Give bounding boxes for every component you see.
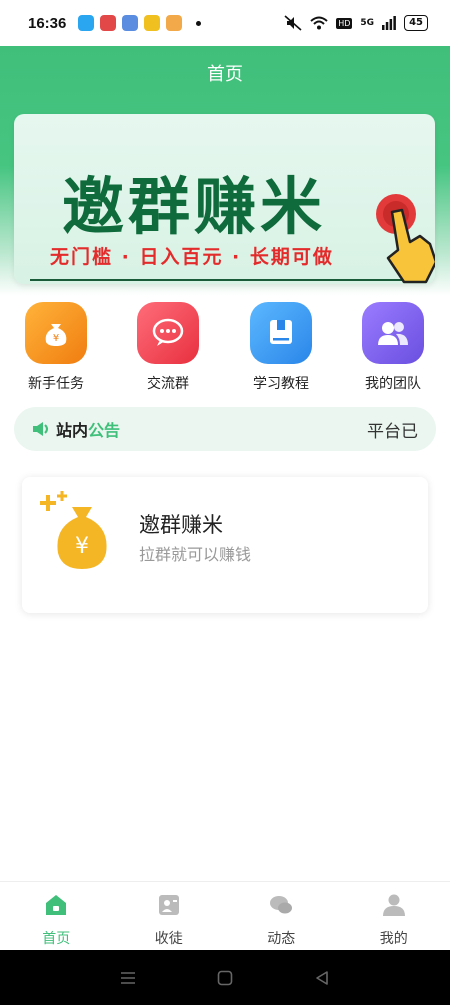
hd-badge: HD	[336, 17, 353, 29]
yellow-app-icon	[144, 15, 161, 31]
book-icon	[250, 302, 312, 364]
card-description: 拉群就可以赚钱	[139, 545, 252, 564]
hamburger-icon	[121, 971, 136, 984]
home-square-icon	[217, 970, 233, 985]
banner-underline	[30, 279, 425, 281]
announcement-bar[interactable]: 站内公告 平台已	[14, 407, 436, 451]
task-card[interactable]: ¥ 邀群赚米 拉群就可以赚钱	[22, 477, 428, 613]
announcement-title: 站内公告	[56, 421, 121, 440]
tab-apprentice[interactable]: 收徒	[113, 882, 226, 950]
menu-item-tutorials[interactable]: 学习教程	[225, 302, 337, 393]
tab-home[interactable]: 首页	[0, 882, 113, 950]
mute-icon	[284, 15, 302, 31]
quick-menu: ¥ 新手任务 交流群 学习教程 我的团队	[0, 302, 450, 398]
home-icon	[46, 895, 67, 915]
system-nav-bar	[0, 950, 450, 1005]
qq-app-icon	[78, 15, 95, 31]
tab-profile[interactable]: 我的	[338, 882, 450, 950]
speaker-icon	[33, 422, 48, 436]
tab-label: 收徒	[154, 931, 183, 947]
announcement-text: 平台已	[367, 421, 418, 442]
menu-item-newbie-tasks[interactable]: ¥ 新手任务	[0, 302, 112, 393]
money-bag-icon: ¥	[25, 302, 87, 364]
page-title: 首页	[207, 64, 243, 85]
back-nav-button[interactable]	[312, 968, 332, 988]
signal-icon	[382, 16, 396, 30]
wifi-icon	[310, 16, 328, 30]
orange-app-icon	[166, 15, 183, 31]
red-app-icon	[100, 15, 117, 31]
home-nav-button[interactable]	[215, 968, 235, 988]
tab-label: 我的	[379, 931, 408, 947]
svg-text:¥: ¥	[53, 333, 59, 344]
network-label: 5G	[360, 18, 375, 28]
user-icon	[382, 894, 405, 916]
menu-item-chat-group[interactable]: 交流群	[112, 302, 224, 393]
pointing-hand-icon	[376, 194, 435, 284]
tab-label: 首页	[42, 931, 71, 947]
menu-item-my-team[interactable]: 我的团队	[337, 302, 449, 393]
money-bag-sparkle-icon: ¥	[40, 491, 107, 569]
status-right: HD 5G 45	[284, 15, 428, 31]
menu-label: 我的团队	[365, 376, 421, 392]
promo-banner[interactable]: 邀群赚米 无门槛 · 日入百元 · 长期可做	[14, 114, 435, 284]
bottom-tab-bar: 首页 收徒 动态 我的	[0, 881, 450, 950]
chat-bubble-icon	[270, 896, 293, 914]
banner-subtitle: 无门槛 · 日入百元 · 长期可做	[50, 246, 334, 268]
apprentice-icon	[158, 895, 179, 915]
notification-dot-icon	[196, 20, 202, 26]
battery-indicator: 45	[404, 15, 428, 31]
card-title: 邀群赚米	[139, 513, 223, 537]
menu-nav-button[interactable]	[118, 968, 138, 988]
menu-label: 交流群	[147, 376, 189, 392]
menu-label: 新手任务	[28, 376, 84, 392]
blue-app-icon	[122, 15, 139, 31]
tab-label: 动态	[267, 931, 296, 947]
status-time: 16:36	[28, 14, 67, 32]
back-triangle-icon	[315, 970, 328, 985]
chat-bubble-icon	[137, 302, 199, 364]
tab-feed[interactable]: 动态	[225, 882, 338, 950]
banner-title: 邀群赚米	[61, 170, 326, 243]
menu-label: 学习教程	[253, 376, 309, 392]
status-bar: 16:36 HD 5G 45	[0, 0, 450, 46]
team-icon	[362, 302, 424, 364]
svg-text:¥: ¥	[75, 534, 89, 559]
